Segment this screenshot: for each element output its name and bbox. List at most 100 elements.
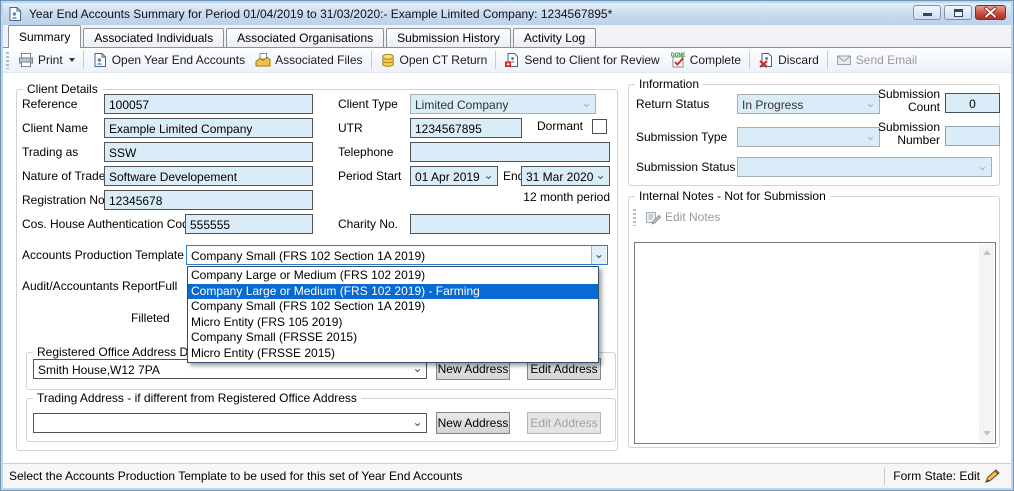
form-state-pencil-icon [985,469,1000,483]
nature-of-trade-field[interactable]: Software Developement [104,166,313,186]
associated-files-icon [255,53,271,67]
cos-house-code-field[interactable]: 555555 [185,214,313,234]
period-start-value: 01 Apr 2019 [415,170,480,184]
associated-files-button[interactable]: Associated Files [250,49,367,71]
notes-toolbar: Edit Notes [630,205,996,229]
submission-type-combo[interactable] [737,127,880,147]
coins-icon [381,53,394,67]
trading-address-combo[interactable] [33,413,427,433]
period-start-label: Period Start [338,169,402,183]
submission-status-label: Submission Status [636,160,736,174]
minimize-button[interactable] [913,5,941,20]
send-to-client-icon [505,53,519,67]
dormant-checkbox[interactable] [592,119,607,134]
minimize-icon [923,13,932,16]
tab-associated-individuals[interactable]: Associated Individuals [83,28,225,47]
client-name-label: Client Name [22,121,89,135]
chevron-down-icon [410,414,425,432]
print-dropdown-caret [68,58,75,62]
utr-label: UTR [338,121,363,135]
submission-type-label: Submission Type [636,130,728,144]
trading-edit-address-button[interactable]: Edit Address [527,412,601,434]
maximize-icon [954,9,963,17]
submission-count-label-line1: Submission [877,87,940,101]
period-end-value: 31 Mar 2020 [526,170,594,184]
return-status-label: Return Status [636,97,710,111]
internal-notes-textarea[interactable] [634,242,996,444]
tab-activity-log[interactable]: Activity Log [512,28,597,47]
status-bar: Select the Accounts Production Template … [3,463,1011,488]
open-year-end-accounts-button[interactable]: Open Year End Accounts [87,49,250,71]
toolbar-separator [826,51,828,69]
submission-count-label: Submission Count [862,88,940,114]
internal-notes-legend: Internal Notes - Not for Submission [635,189,830,203]
discard-label: Discard [778,53,819,67]
send-email-button[interactable]: Send Email [831,49,922,71]
open-ct-return-button[interactable]: Open CT Return [375,49,493,71]
submission-count-field[interactable]: 0 [945,93,1000,113]
notes-scrollbar[interactable] [979,244,994,442]
print-label: Print [38,53,63,67]
template-option[interactable]: Company Small (FRSSE 2015) [188,330,598,346]
scroll-up-icon [983,250,991,255]
ledger-icon [94,53,106,67]
reference-field[interactable]: 100057 [104,94,313,114]
submission-number-label: Submission Number [862,121,940,147]
print-icon [19,53,33,67]
send-to-client-button[interactable]: Send to Client for Review [499,49,664,71]
audit-report-label: Audit/Accountants Report [22,279,159,293]
open-year-end-accounts-label: Open Year End Accounts [111,53,246,67]
telephone-field[interactable] [410,142,610,162]
client-type-combo[interactable]: Limited Company [410,94,596,114]
application-window: Year End Accounts Summary for Period 01/… [0,0,1014,491]
client-name-field[interactable]: Example Limited Company [104,118,313,138]
edit-notes-button[interactable]: Edit Notes [640,206,725,228]
template-option[interactable]: Micro Entity (FRSSE 2015) [188,346,598,362]
close-button[interactable] [975,5,1006,20]
discard-icon [759,53,773,68]
tab-summary[interactable]: Summary [8,25,82,48]
tab-submission-history[interactable]: Submission History [386,28,511,47]
charity-no-label: Charity No. [338,217,399,231]
complete-button[interactable]: DONE Complete [665,49,746,71]
print-button[interactable]: Print [13,49,80,71]
tab-strip: Summary Associated Individuals Associate… [3,25,1011,48]
template-option-highlighted[interactable]: Company Large or Medium (FRS 102 2019) -… [188,283,598,299]
discard-button[interactable]: Discard [753,49,824,71]
client-type-value: Limited Company [415,98,509,112]
period-start-picker[interactable]: 01 Apr 2019 [410,166,498,186]
submission-number-field[interactable] [945,126,1000,146]
caption-buttons [913,5,1006,20]
return-status-combo[interactable]: In Progress [737,94,880,114]
edit-notes-label: Edit Notes [665,210,721,224]
scroll-down-icon [983,431,991,436]
status-divider [884,467,886,485]
period-end-picker[interactable]: 31 Mar 2020 [521,166,610,186]
tab-associated-organisations[interactable]: Associated Organisations [226,28,385,47]
send-to-client-label: Send to Client for Review [524,53,660,67]
complete-label: Complete [689,53,742,67]
maximize-button[interactable] [944,5,972,20]
registered-address-value: Smith House,W12 7PA [38,363,160,377]
template-value: Company Small (FRS 102 Section 1A 2019) [191,249,426,263]
template-dropdown-list: Company Large or Medium (FRS 102 2019) C… [187,266,599,363]
template-option[interactable]: Company Small (FRS 102 Section 1A 2019) [188,299,598,315]
charity-no-field[interactable] [410,214,610,234]
information-legend: Information [635,77,704,91]
telephone-label: Telephone [338,145,394,159]
chevron-down-icon [481,167,496,185]
main-toolbar: Print Open Year End Accounts Associated … [3,48,1011,73]
registration-no-field[interactable]: 12345678 [104,190,313,210]
trading-as-field[interactable]: SSW [104,142,313,162]
template-option[interactable]: Micro Entity (FRS 105 2019) [188,315,598,331]
cos-house-code-label: Cos. House Authentication Code [22,217,196,231]
template-combo[interactable]: Company Small (FRS 102 Section 1A 2019) [186,245,608,265]
template-option[interactable]: Company Large or Medium (FRS 102 2019) [188,268,598,284]
svg-text:DONE: DONE [671,53,686,59]
period-note: 12 month period [523,190,610,204]
send-email-icon [836,55,851,65]
dormant-label: Dormant [536,119,583,133]
trading-new-address-button[interactable]: New Address [436,412,510,434]
submission-status-combo[interactable] [737,157,992,177]
title-bar[interactable]: Year End Accounts Summary for Period 01/… [3,3,1011,25]
